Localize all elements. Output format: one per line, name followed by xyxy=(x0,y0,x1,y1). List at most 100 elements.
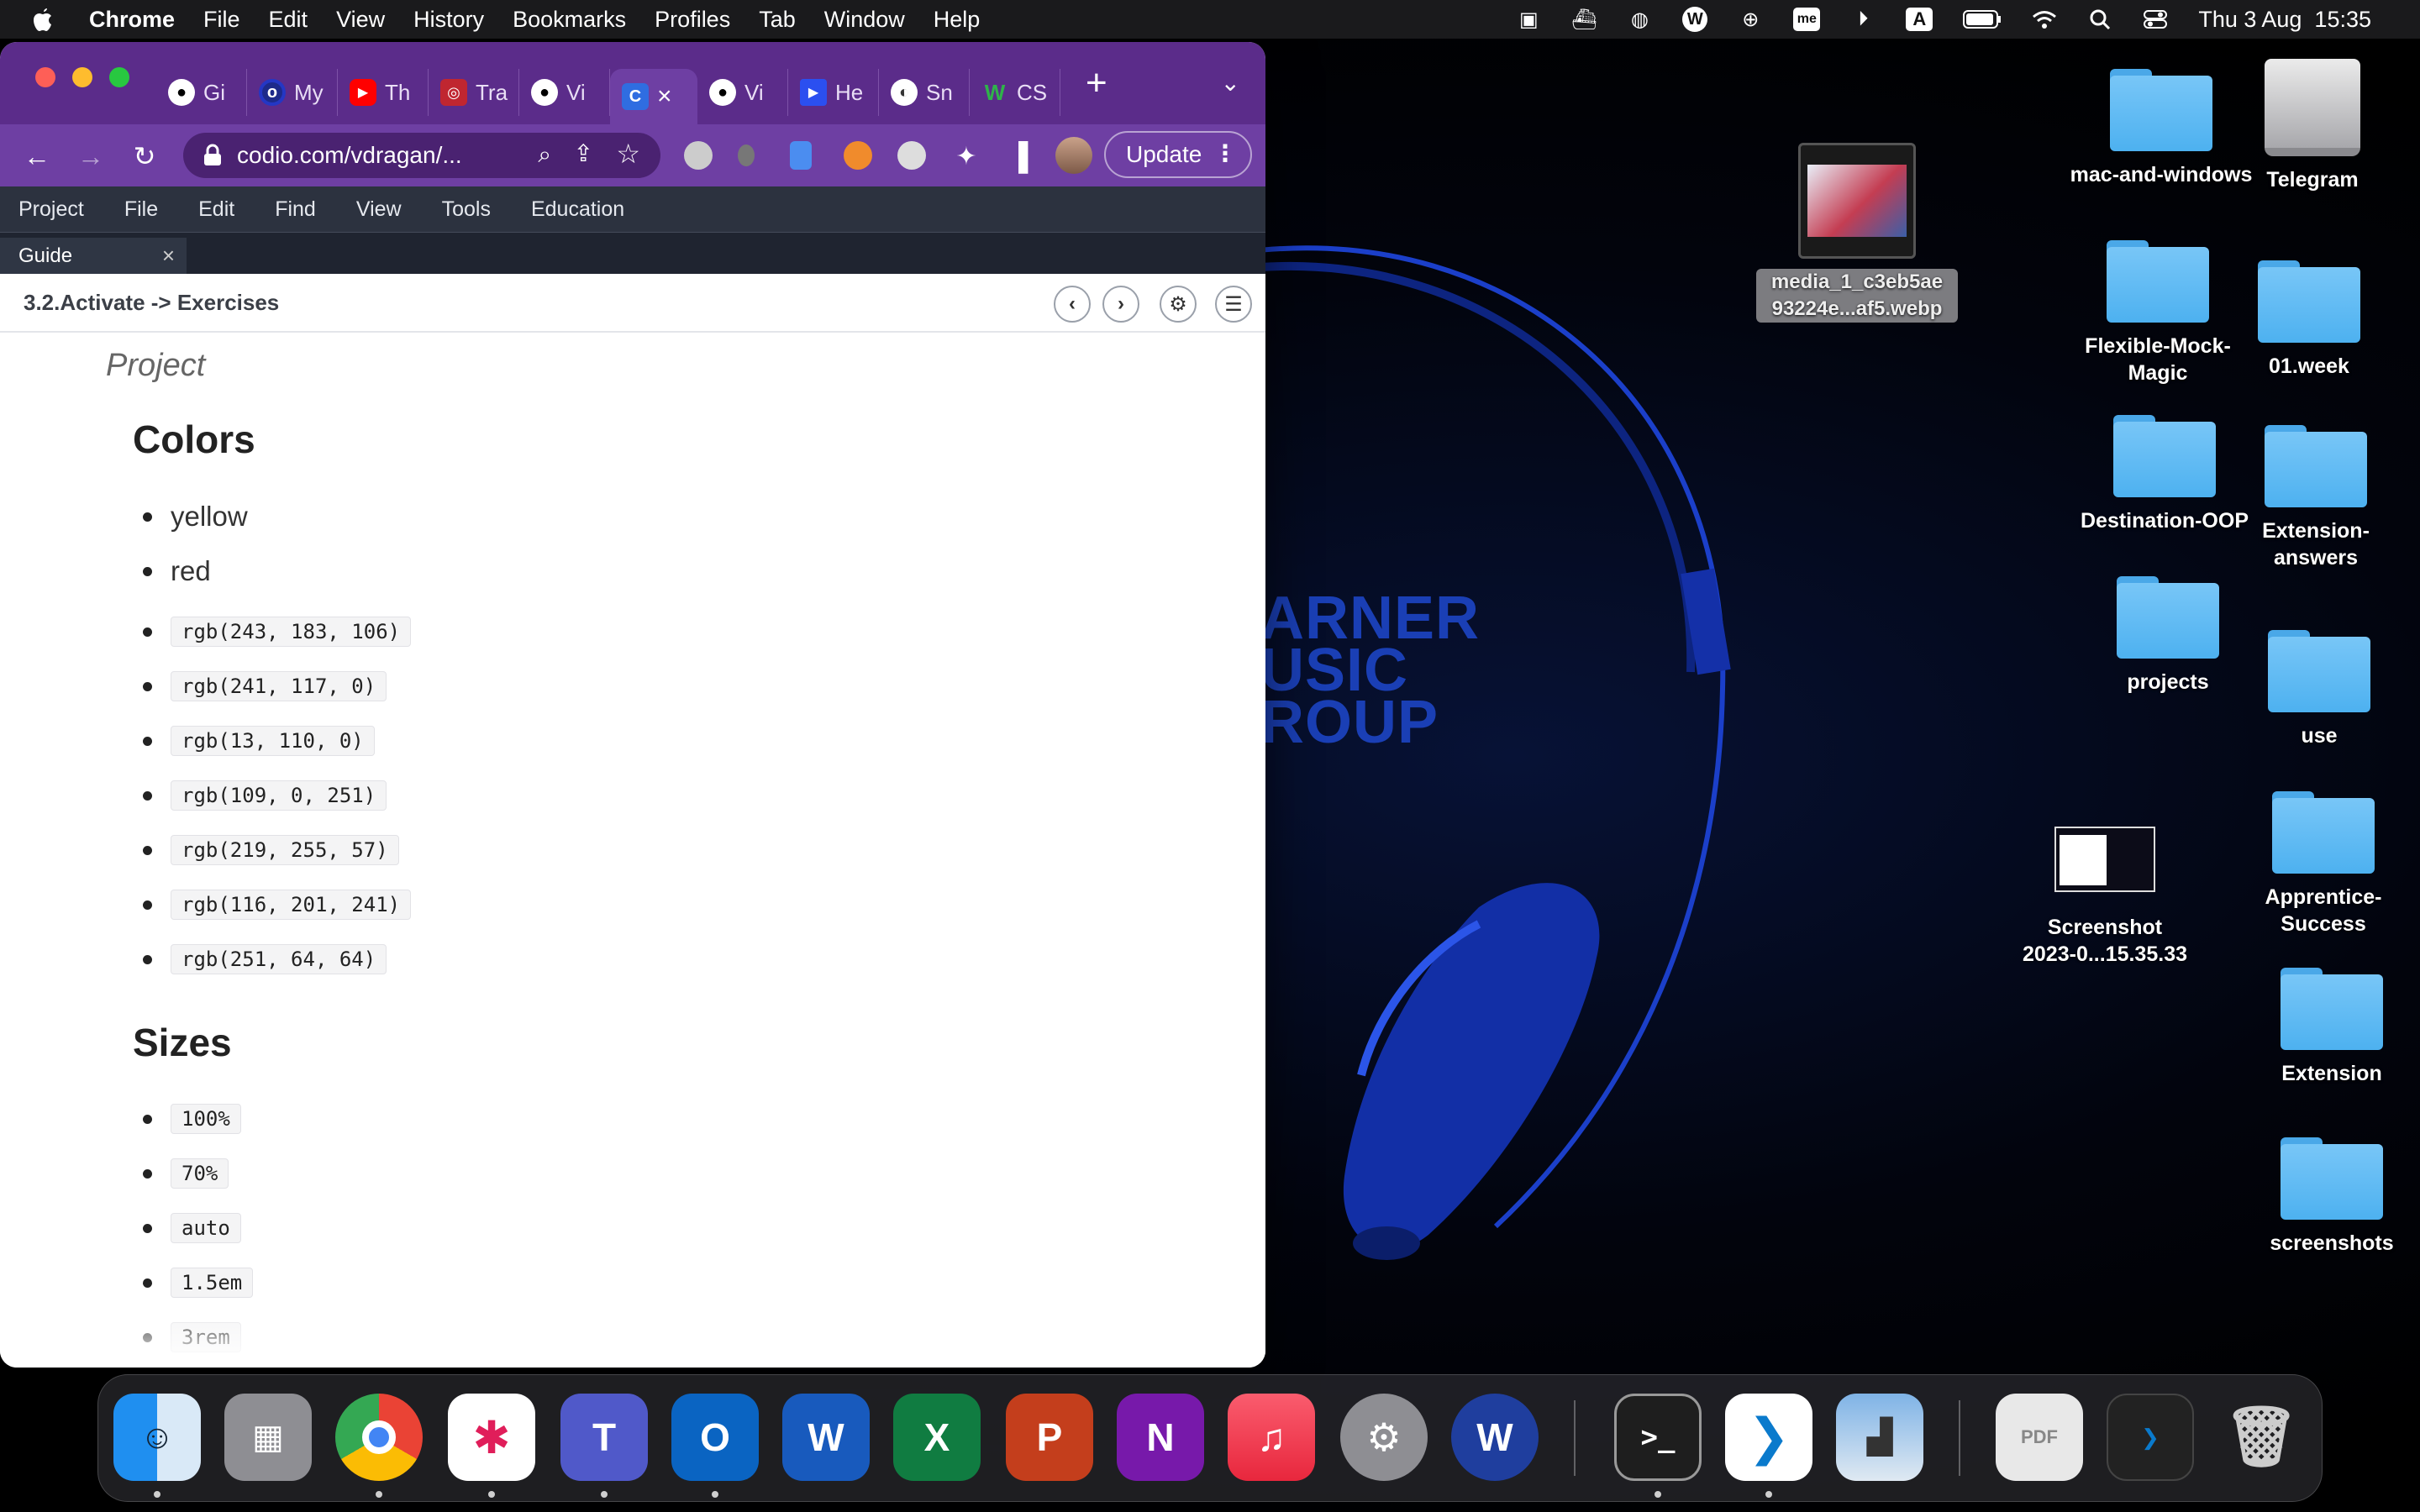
forward-arrow-icon[interactable]: → xyxy=(74,139,108,173)
chrome-icon[interactable] xyxy=(335,1394,423,1481)
warner-status-icon[interactable]: W xyxy=(1682,7,1708,32)
menu-window[interactable]: Window xyxy=(824,7,905,33)
next-page-button[interactable]: › xyxy=(1102,286,1139,323)
tab-codio-active[interactable]: C × xyxy=(610,69,697,124)
docker-icon[interactable]: ⛴ xyxy=(1571,7,1597,32)
music-icon[interactable]: ♫ xyxy=(1228,1394,1315,1481)
desktop-icon-media-webp[interactable]: media_1_c3eb5ae 93224e...af5.webp xyxy=(1756,143,1958,323)
zoom-window-button[interactable] xyxy=(109,67,129,87)
codio-menu-tools[interactable]: Tools xyxy=(442,197,491,222)
update-button[interactable]: Update ⋮ xyxy=(1104,131,1252,178)
menu-tab[interactable]: Tab xyxy=(759,7,796,33)
control-center-icon[interactable] xyxy=(2143,7,2168,32)
desktop-folder-screenshots[interactable]: screenshots xyxy=(2260,1132,2403,1257)
menu-edit[interactable]: Edit xyxy=(269,7,308,33)
spotlight-search-icon[interactable] xyxy=(2087,7,2112,32)
close-guide-tab-icon[interactable]: × xyxy=(162,243,175,269)
settings-gear-icon[interactable]: ⚙ xyxy=(1160,286,1197,323)
kebab-menu-icon[interactable]: ⋮ xyxy=(1213,141,1237,166)
desktop-folder-projects[interactable]: projects xyxy=(2117,571,2219,696)
extension-chart-icon[interactable] xyxy=(844,141,872,170)
desktop-icon-screenshot[interactable]: Screenshot 2023-0...15.35.33 xyxy=(2008,827,2202,968)
clock[interactable]: Thu 3 Aug 15:35 xyxy=(2198,7,2371,33)
wifi-icon[interactable] xyxy=(2032,7,2057,32)
desktop-folder-extension[interactable]: Extension xyxy=(2269,963,2395,1087)
documents-stack-icon[interactable]: PDF xyxy=(1996,1394,2083,1481)
tab-guide[interactable]: Guide × xyxy=(0,238,187,275)
powerpoint-icon[interactable]: P xyxy=(1006,1394,1093,1481)
minimize-window-button[interactable] xyxy=(72,67,92,87)
preview-icon[interactable]: ▟ xyxy=(1836,1394,1923,1481)
tab-youtube[interactable]: ▶ Th xyxy=(338,69,429,116)
tab-github-3[interactable]: ● Vi xyxy=(697,69,788,116)
outlook-icon[interactable]: O xyxy=(671,1394,759,1481)
desktop-folder-mac-and-windows[interactable]: mac-and-windows xyxy=(2069,64,2254,188)
menu-view[interactable]: View xyxy=(336,7,385,33)
close-window-button[interactable] xyxy=(35,67,55,87)
tab-search-chevron-icon[interactable]: ⌄ xyxy=(1221,69,1240,97)
globe-icon[interactable]: ◍ xyxy=(1627,7,1652,32)
play-circle-icon[interactable]: ⏵ xyxy=(1850,7,1876,32)
codio-menu-find[interactable]: Find xyxy=(275,197,316,222)
extension-gear-icon[interactable] xyxy=(684,141,713,170)
codio-menu-view[interactable]: View xyxy=(356,197,402,222)
vscode-icon[interactable]: ❯ xyxy=(1725,1394,1812,1481)
new-tab-button[interactable]: + xyxy=(1086,62,1107,104)
input-source-icon[interactable]: A xyxy=(1906,8,1933,31)
system-preferences-icon[interactable]: ⚙ xyxy=(1340,1394,1428,1481)
address-bar[interactable]: codio.com/vdragan/... ⌕ ⇪ ☆ xyxy=(183,133,660,178)
recent-stack-icon[interactable]: ❯ xyxy=(2107,1394,2194,1481)
desktop-folder-extension-answers[interactable]: Extension- answers xyxy=(2249,420,2383,571)
profile-avatar[interactable] xyxy=(1055,137,1092,174)
codio-menu-file[interactable]: File xyxy=(124,197,158,222)
desktop-drive-telegram[interactable]: Telegram xyxy=(2254,59,2371,193)
menu-help[interactable]: Help xyxy=(934,7,981,33)
extension-s-icon[interactable] xyxy=(897,141,926,170)
battery-icon[interactable] xyxy=(1963,7,2002,32)
tab-he[interactable]: ▶ He xyxy=(788,69,879,116)
back-arrow-icon[interactable]: ← xyxy=(20,139,54,173)
outlook-status-icon[interactable]: ▣ xyxy=(1516,7,1541,32)
teams-icon[interactable]: T xyxy=(560,1394,648,1481)
tab-github[interactable]: ● Gi xyxy=(156,69,247,116)
zoom-icon[interactable]: ⌕ xyxy=(538,141,551,169)
launchpad-icon[interactable]: ▦ xyxy=(224,1394,312,1481)
menu-profiles[interactable]: Profiles xyxy=(655,7,730,33)
warner-music-icon[interactable]: W xyxy=(1451,1394,1539,1481)
menu-bookmarks[interactable]: Bookmarks xyxy=(513,7,626,33)
excel-icon[interactable]: X xyxy=(893,1394,981,1481)
share-icon[interactable]: ⇪ xyxy=(574,139,593,167)
desktop-folder-01-week[interactable]: 01.week xyxy=(2258,255,2360,380)
slack-icon[interactable]: ✱ xyxy=(448,1394,535,1481)
trash-icon[interactable]: 🗑 xyxy=(2217,1394,2305,1481)
menu-history[interactable]: History xyxy=(413,7,484,33)
me-badge-icon[interactable]: me xyxy=(1793,8,1821,31)
vpn-globe-icon[interactable]: ⊕ xyxy=(1738,7,1763,32)
tab-github-2[interactable]: ● Vi xyxy=(519,69,610,116)
sidepanel-icon[interactable]: ▐ xyxy=(1002,139,1035,173)
previous-page-button[interactable]: ‹ xyxy=(1054,286,1091,323)
desktop-folder-flexible-mock-magic[interactable]: Flexible-Mock- Magic xyxy=(2065,235,2250,386)
terminal-icon[interactable]: >_ xyxy=(1614,1394,1702,1481)
tab-cs[interactable]: W CS xyxy=(970,69,1060,116)
tab-sn[interactable]: ◐ Sn xyxy=(879,69,970,116)
reload-icon[interactable]: ↻ xyxy=(128,139,161,173)
codio-menu-edit[interactable]: Edit xyxy=(198,197,234,222)
extension-docs-icon[interactable] xyxy=(790,141,812,170)
word-icon[interactable]: W xyxy=(782,1394,870,1481)
table-of-contents-icon[interactable]: ☰ xyxy=(1215,286,1252,323)
bookmark-star-icon[interactable]: ☆ xyxy=(616,138,640,170)
extension-user-icon[interactable] xyxy=(738,144,755,166)
codio-menu-project[interactable]: Project xyxy=(18,197,84,222)
desktop-folder-apprentice-success[interactable]: Apprentice- Success xyxy=(2252,786,2395,937)
tab-my[interactable]: o My xyxy=(247,69,338,116)
finder-icon[interactable]: ☺ xyxy=(113,1394,201,1481)
tab-tra[interactable]: ◎ Tra xyxy=(429,69,519,116)
apple-icon[interactable] xyxy=(30,5,55,34)
menu-app-name[interactable]: Chrome xyxy=(89,7,175,33)
close-tab-icon[interactable]: × xyxy=(657,82,672,111)
desktop-folder-use[interactable]: use xyxy=(2268,625,2370,749)
onenote-icon[interactable]: N xyxy=(1117,1394,1204,1481)
menu-file[interactable]: File xyxy=(203,7,240,33)
extensions-puzzle-icon[interactable]: ✦ xyxy=(950,139,983,173)
